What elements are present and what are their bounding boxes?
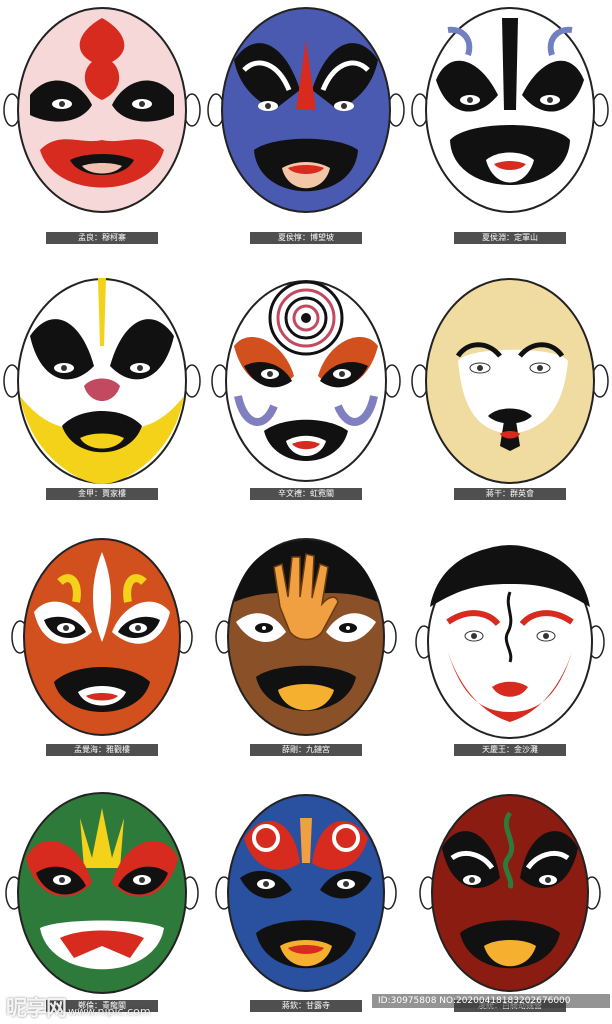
dark-red-opera-mask-icon [419, 794, 601, 992]
mask-caption: 天慶王：金沙灘 [454, 744, 566, 756]
green-opera-mask-icon [5, 792, 199, 994]
mask-caption: 金甲：賈家樓 [46, 488, 158, 500]
mask-cell: 孟覺海：雅觀樓 [0, 512, 204, 768]
watermark-id: ID:30975808 NO:20200418183202676000 [372, 994, 610, 1008]
mask-cell: 辛文禮：虹霓關 [204, 256, 408, 512]
clown-opera-mask-icon [411, 278, 609, 484]
watermark-logo: 昵享网 www.nipic.com [6, 992, 151, 1020]
mask-cell: 薛剛：九鏈宮 [204, 512, 408, 768]
white-red-black-cap-opera-mask-icon [415, 545, 605, 739]
blue-opera-mask-icon [207, 7, 405, 213]
mask-cell: 蔣干：群英會 [408, 256, 612, 512]
watermark-site: www.nipic.com [68, 1005, 151, 1018]
mask-caption: 孟良：穆柯寨 [46, 232, 158, 244]
concentric-forehead-opera-mask-icon [211, 280, 401, 482]
watermark-logo-text: 昵享网 [6, 996, 67, 1020]
mask-cell: 凌統：百騎劫魏營 [408, 768, 612, 1024]
mask-cell: 金甲：賈家樓 [0, 256, 204, 512]
mask-cell: 蔣欽：甘露寺 [204, 768, 408, 1024]
blue-red-opera-mask-icon [215, 794, 397, 992]
mask-cell: 鄭倫：青龍關 [0, 768, 204, 1024]
orange-red-opera-mask-icon [11, 538, 193, 736]
mask-caption: 蔣欽：甘露寺 [250, 1000, 362, 1012]
mask-caption: 薛剛：九鏈宮 [250, 744, 362, 756]
mask-caption: 孟覺海：雅觀樓 [46, 744, 158, 756]
hand-forehead-opera-mask-icon [215, 538, 397, 736]
mask-cell: 孟良：穆柯寨 [0, 0, 204, 256]
yellow-white-opera-mask-icon [3, 278, 201, 484]
white-black-opera-mask-icon [411, 7, 609, 213]
red-white-opera-mask-icon [3, 7, 201, 213]
mask-cell: 夏侯惇：博望坡 [204, 0, 408, 256]
mask-cell: 天慶王：金沙灘 [408, 512, 612, 768]
mask-caption: 夏侯惇：博望坡 [250, 232, 362, 244]
mask-cell: 夏侯淵：定軍山 [408, 0, 612, 256]
mask-caption: 辛文禮：虹霓關 [250, 488, 362, 500]
mask-caption: 蔣干：群英會 [454, 488, 566, 500]
mask-grid: 孟良：穆柯寨 夏侯惇：博望坡 夏侯淵：定軍山 金甲：賈家樓 辛文禮：虹霓關 蔣干… [0, 0, 612, 1024]
mask-caption: 夏侯淵：定軍山 [454, 232, 566, 244]
